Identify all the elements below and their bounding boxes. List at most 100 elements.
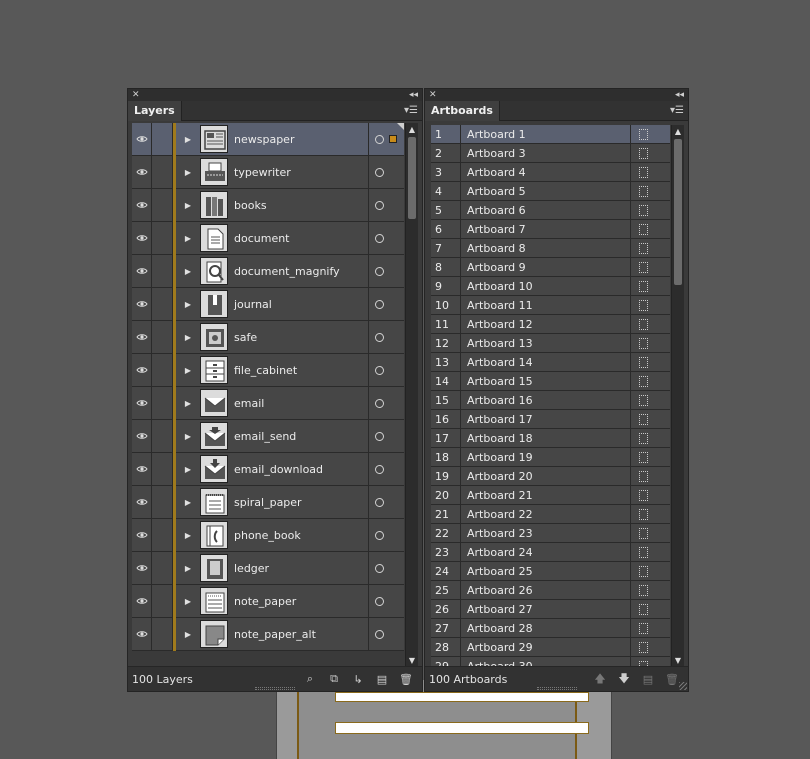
artboard-row[interactable]: 12 Artboard 13: [431, 333, 670, 353]
artboard-options-icon[interactable]: [630, 618, 656, 638]
artboard-row[interactable]: 25 Artboard 26: [431, 580, 670, 600]
expand-triangle-icon[interactable]: ▶: [176, 630, 200, 639]
visibility-eye-icon[interactable]: [132, 617, 152, 651]
layer-name[interactable]: newspaper: [234, 133, 368, 146]
artboard-row[interactable]: 4 Artboard 5: [431, 181, 670, 201]
lock-toggle[interactable]: [152, 221, 173, 255]
target-circle[interactable]: [368, 386, 404, 420]
panel-resize-grip[interactable]: [536, 687, 577, 690]
artboard-name[interactable]: Artboard 27: [461, 600, 630, 619]
target-circle[interactable]: [368, 155, 404, 189]
layer-name[interactable]: note_paper_alt: [234, 628, 368, 641]
visibility-eye-icon[interactable]: [132, 254, 152, 288]
artboard-name[interactable]: Artboard 29: [461, 638, 630, 657]
artboard-row[interactable]: 1 Artboard 1: [431, 125, 670, 144]
tab-artboards[interactable]: Artboards: [425, 101, 500, 121]
artboard-options-icon[interactable]: [630, 428, 656, 448]
scroll-down-icon[interactable]: ▼: [672, 654, 684, 666]
artboard-row[interactable]: 10 Artboard 11: [431, 295, 670, 315]
artboard-options-icon[interactable]: [630, 523, 656, 543]
lock-toggle[interactable]: [152, 485, 173, 519]
visibility-eye-icon[interactable]: [132, 551, 152, 585]
artboard-name[interactable]: Artboard 22: [461, 505, 630, 524]
target-circle[interactable]: [368, 551, 404, 585]
artboard-name[interactable]: Artboard 14: [461, 353, 630, 372]
layer-name[interactable]: file_cabinet: [234, 364, 368, 377]
layer-name[interactable]: spiral_paper: [234, 496, 368, 509]
artboard-options-icon[interactable]: [630, 295, 656, 315]
layer-name[interactable]: typewriter: [234, 166, 368, 179]
lock-toggle[interactable]: [152, 188, 173, 222]
lock-toggle[interactable]: [152, 617, 173, 651]
artboard-name[interactable]: Artboard 5: [461, 182, 630, 201]
panel-resize-grip[interactable]: [255, 687, 295, 690]
expand-triangle-icon[interactable]: ▶: [176, 531, 200, 540]
target-circle[interactable]: [368, 485, 404, 519]
layer-name[interactable]: books: [234, 199, 368, 212]
target-circle[interactable]: [368, 221, 404, 255]
layer-row[interactable]: ▶ email: [132, 386, 404, 420]
visibility-eye-icon[interactable]: [132, 584, 152, 618]
artboard-name[interactable]: Artboard 30: [461, 657, 630, 667]
scroll-up-icon[interactable]: ▲: [672, 125, 684, 137]
create-new-layer-icon[interactable]: ▤: [372, 672, 392, 686]
artboard-options-icon[interactable]: [630, 238, 656, 258]
lock-toggle[interactable]: [152, 353, 173, 387]
expand-triangle-icon[interactable]: ▶: [176, 168, 200, 177]
layer-row[interactable]: ▶ email_send: [132, 419, 404, 453]
tab-layers[interactable]: Layers: [128, 101, 182, 121]
layer-row[interactable]: ▶ note_paper_alt: [132, 617, 404, 651]
artboard-row[interactable]: 16 Artboard 17: [431, 409, 670, 429]
scroll-thumb[interactable]: [674, 139, 682, 285]
artboard-name[interactable]: Artboard 9: [461, 258, 630, 277]
artboard-name[interactable]: Artboard 23: [461, 524, 630, 543]
artboard-row[interactable]: 7 Artboard 8: [431, 238, 670, 258]
artboard-row[interactable]: 3 Artboard 4: [431, 162, 670, 182]
layer-row[interactable]: ▶ spiral_paper: [132, 485, 404, 519]
scroll-down-icon[interactable]: ▼: [406, 654, 418, 666]
layer-row[interactable]: ▶ phone_book: [132, 518, 404, 552]
lock-toggle[interactable]: [152, 254, 173, 288]
expand-triangle-icon[interactable]: ▶: [176, 597, 200, 606]
artboard-name[interactable]: Artboard 17: [461, 410, 630, 429]
layer-row[interactable]: ▶ file_cabinet: [132, 353, 404, 387]
artboard-options-icon[interactable]: [630, 314, 656, 334]
selected-art-indicator[interactable]: [389, 135, 397, 143]
artboard-options-icon[interactable]: [630, 409, 656, 429]
artboard-options-icon[interactable]: [630, 143, 656, 163]
collapse-icon[interactable]: ◂◂: [675, 89, 684, 101]
layers-scrollbar[interactable]: ▲ ▼: [405, 123, 418, 666]
artboard-name[interactable]: Artboard 28: [461, 619, 630, 638]
artboard-row[interactable]: 24 Artboard 25: [431, 561, 670, 581]
artboard-row[interactable]: 6 Artboard 7: [431, 219, 670, 239]
artboard-row[interactable]: 19 Artboard 20: [431, 466, 670, 486]
lock-toggle[interactable]: [152, 123, 173, 156]
visibility-eye-icon[interactable]: [132, 188, 152, 222]
panel-menu-icon[interactable]: ▾☰: [404, 105, 418, 116]
layer-name[interactable]: email_send: [234, 430, 368, 443]
artboard-name[interactable]: Artboard 19: [461, 448, 630, 467]
layer-row[interactable]: ▶ safe: [132, 320, 404, 354]
expand-triangle-icon[interactable]: ▶: [176, 267, 200, 276]
artboard-name[interactable]: Artboard 12: [461, 315, 630, 334]
artboard-options-icon[interactable]: [630, 390, 656, 410]
visibility-eye-icon[interactable]: [132, 353, 152, 387]
artboard-row[interactable]: 9 Artboard 10: [431, 276, 670, 296]
artboard-name[interactable]: Artboard 26: [461, 581, 630, 600]
target-circle[interactable]: [368, 353, 404, 387]
lock-toggle[interactable]: [152, 155, 173, 189]
layer-row[interactable]: ▶ books: [132, 188, 404, 222]
layer-row[interactable]: ▶ typewriter: [132, 155, 404, 189]
artboard-name[interactable]: Artboard 10: [461, 277, 630, 296]
layer-name[interactable]: journal: [234, 298, 368, 311]
target-circle[interactable]: [368, 287, 404, 321]
artboard-name[interactable]: Artboard 15: [461, 372, 630, 391]
lock-toggle[interactable]: [152, 320, 173, 354]
expand-triangle-icon[interactable]: ▶: [176, 564, 200, 573]
artboard-name[interactable]: Artboard 11: [461, 296, 630, 315]
artboards-scrollbar[interactable]: ▲ ▼: [671, 125, 684, 666]
layer-name[interactable]: safe: [234, 331, 368, 344]
visibility-eye-icon[interactable]: [132, 123, 152, 156]
lock-toggle[interactable]: [152, 518, 173, 552]
layer-name[interactable]: document_magnify: [234, 265, 368, 278]
